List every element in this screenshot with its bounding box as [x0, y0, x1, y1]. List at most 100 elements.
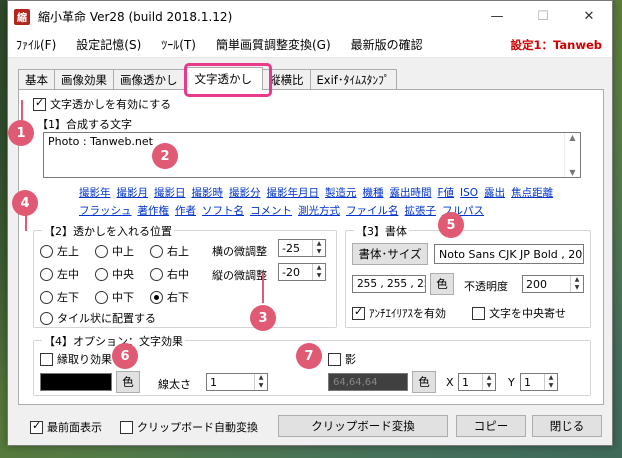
- menu-check-update[interactable]: 最新版の確認: [351, 36, 423, 53]
- v-adjust-arrows[interactable]: ▲ ▼: [312, 264, 325, 280]
- enable-checkbox[interactable]: [33, 96, 46, 111]
- label-center: 中央: [112, 268, 134, 281]
- tag-link[interactable]: 撮影分: [229, 187, 261, 199]
- tag-link[interactable]: ISO: [460, 187, 478, 199]
- topmost-checkbox[interactable]: [30, 419, 43, 434]
- tag-link[interactable]: ソフト名: [202, 205, 244, 217]
- shadow-color-swatch: 64,64,64: [328, 373, 408, 391]
- shadow-y-arrows[interactable]: ▲ ▼: [544, 374, 557, 390]
- label-top-right: 右上: [167, 245, 189, 258]
- tag-link[interactable]: 作者: [175, 205, 196, 217]
- text-color-value[interactable]: 255 , 255 , 255: [352, 275, 426, 293]
- tag-link[interactable]: 測光方式: [298, 205, 340, 217]
- radio-bottom-center[interactable]: [95, 290, 108, 304]
- app-icon: 縮: [14, 8, 30, 25]
- outline-label: 縁取り効果: [57, 353, 112, 366]
- tag-link[interactable]: フラッシュ: [79, 205, 132, 217]
- shadow-color-button[interactable]: 色: [412, 371, 436, 393]
- title-bar[interactable]: 縮 縮小革命 Ver28 (build 2018.1.12) — ☐ ✕: [8, 1, 612, 32]
- shadow-x-spinner[interactable]: 1 ▲ ▼: [458, 373, 496, 391]
- font-size-button[interactable]: 書体･サイズ: [352, 243, 428, 265]
- menu-tools[interactable]: ﾂｰﾙ(T): [161, 36, 196, 53]
- textarea-scrollbar[interactable]: ▲ ▼: [564, 133, 580, 177]
- antialias-row: ｱﾝﾁｴｲﾘｱｽを有効: [352, 305, 446, 321]
- clipboard-auto-checkbox[interactable]: [120, 420, 133, 434]
- radio-top-center[interactable]: [95, 244, 108, 258]
- minimize-button[interactable]: —: [474, 1, 520, 32]
- tab-image-watermark[interactable]: 画像透かし: [113, 69, 185, 89]
- radio-top-left[interactable]: [40, 244, 53, 258]
- enable-row: 文字透かしを有効にする: [33, 96, 171, 112]
- tag-link[interactable]: 撮影月: [117, 187, 149, 199]
- menu-settings-memory[interactable]: 設定記憶(S): [76, 36, 141, 53]
- shadow-y-spinner[interactable]: 1 ▲ ▼: [520, 373, 558, 391]
- tag-link[interactable]: 機種: [363, 187, 384, 199]
- radio-bottom-left[interactable]: [40, 290, 53, 304]
- tag-link[interactable]: 露出: [484, 187, 505, 199]
- shadow-x-arrows[interactable]: ▲ ▼: [482, 374, 495, 390]
- section-position-group: 【2】透かしを入れる位置 左上 中上 右上 左中 中央 右中 左下 中下 右下 …: [33, 223, 337, 328]
- h-adjust-spinner[interactable]: -25 ▲ ▼: [278, 239, 326, 257]
- tag-link[interactable]: 露出時間: [390, 187, 432, 199]
- thickness-value: 1: [210, 375, 217, 389]
- tag-link[interactable]: 撮影年月日: [267, 187, 320, 199]
- opacity-spinner[interactable]: 200 ▲ ▼: [522, 275, 584, 293]
- label-bottom-center: 中下: [112, 291, 134, 304]
- tag-link[interactable]: ファイル名: [346, 205, 399, 217]
- tag-link[interactable]: 撮影年: [79, 187, 111, 199]
- radio-tile[interactable]: [40, 311, 53, 325]
- tag-link[interactable]: 拡張子: [405, 205, 437, 217]
- label-middle-left: 左中: [57, 268, 79, 281]
- radio-middle-left[interactable]: [40, 267, 53, 281]
- marker-1-leader: [21, 100, 23, 122]
- label-top-center: 中上: [112, 245, 134, 258]
- v-adjust-spinner[interactable]: -20 ▲ ▼: [278, 263, 326, 281]
- radio-bottom-right[interactable]: [150, 290, 163, 304]
- outline-checkbox[interactable]: [40, 352, 53, 366]
- radio-center[interactable]: [95, 267, 108, 281]
- opacity-arrows[interactable]: ▲ ▼: [570, 276, 583, 292]
- shadow-checkbox[interactable]: [328, 352, 341, 366]
- tag-link[interactable]: 製造元: [325, 187, 357, 199]
- tag-link[interactable]: 焦点距離: [511, 187, 553, 199]
- tab-basic[interactable]: 基本: [18, 69, 55, 89]
- outline-color-button[interactable]: 色: [116, 371, 140, 393]
- radio-middle-right[interactable]: [150, 267, 163, 281]
- tile-label: タイル状に配置する: [57, 312, 156, 325]
- label-bottom-right: 右下: [167, 291, 189, 304]
- thickness-arrows[interactable]: ▲ ▼: [254, 374, 267, 390]
- shadow-row: 影: [328, 351, 356, 367]
- center-text-checkbox[interactable]: [472, 306, 485, 320]
- close-button[interactable]: 閉じる: [532, 415, 602, 437]
- clipboard-convert-button[interactable]: クリップボード変換: [278, 415, 448, 437]
- tag-link[interactable]: 著作権: [138, 205, 170, 217]
- tag-link[interactable]: F値: [438, 187, 455, 199]
- clipboard-auto-row: クリップボード自動変換: [120, 419, 258, 435]
- antialias-checkbox[interactable]: [352, 305, 365, 320]
- topmost-row: 最前面表示: [30, 419, 102, 435]
- menu-file[interactable]: ﾌｧｲﾙ(F): [16, 36, 56, 53]
- radio-top-right[interactable]: [150, 244, 163, 258]
- tag-link[interactable]: 撮影時: [192, 187, 224, 199]
- h-adjust-arrows[interactable]: ▲ ▼: [312, 240, 325, 256]
- tag-link[interactable]: 撮影日: [154, 187, 186, 199]
- text-color-button[interactable]: 色: [430, 273, 454, 295]
- tab-exif-timestamp[interactable]: Exif･ﾀｲﾑｽﾀﾝﾌﾟ: [309, 69, 397, 89]
- menu-easy-convert[interactable]: 簡単画質調整変換(G): [216, 36, 331, 53]
- tag-links-row1: 撮影年 撮影月 撮影日 撮影時 撮影分 撮影年月日 製造元 機種 露出時間 F値 ISO 露出 焦点距離: [79, 185, 559, 200]
- copy-button[interactable]: コピー: [456, 415, 526, 437]
- watermark-text-input[interactable]: Photo : Tanweb.net ▲ ▼: [43, 132, 581, 178]
- app-window: 縮 縮小革命 Ver28 (build 2018.1.12) — ☐ ✕ ﾌｧｲ…: [7, 0, 613, 446]
- maximize-button[interactable]: ☐: [520, 1, 566, 32]
- tag-link[interactable]: コメント: [250, 205, 292, 217]
- close-window-button[interactable]: ✕: [566, 1, 612, 32]
- label-middle-right: 右中: [167, 268, 189, 281]
- marker-6: 6: [112, 343, 138, 369]
- font-value-field[interactable]: Noto Sans CJK JP Bold , 20.: [434, 244, 584, 264]
- thickness-spinner[interactable]: 1 ▲ ▼: [206, 373, 268, 391]
- tab-image-effect[interactable]: 画像効果: [54, 69, 114, 89]
- shadow-y-value: 1: [524, 375, 531, 389]
- tag-links-row2: フラッシュ 著作権 作者 ソフト名 コメント 測光方式 ファイル名 拡張子 フルパス: [79, 203, 490, 218]
- marker-4-leader: [25, 215, 27, 231]
- current-setting-label: 設定1：Tanweb: [510, 37, 602, 52]
